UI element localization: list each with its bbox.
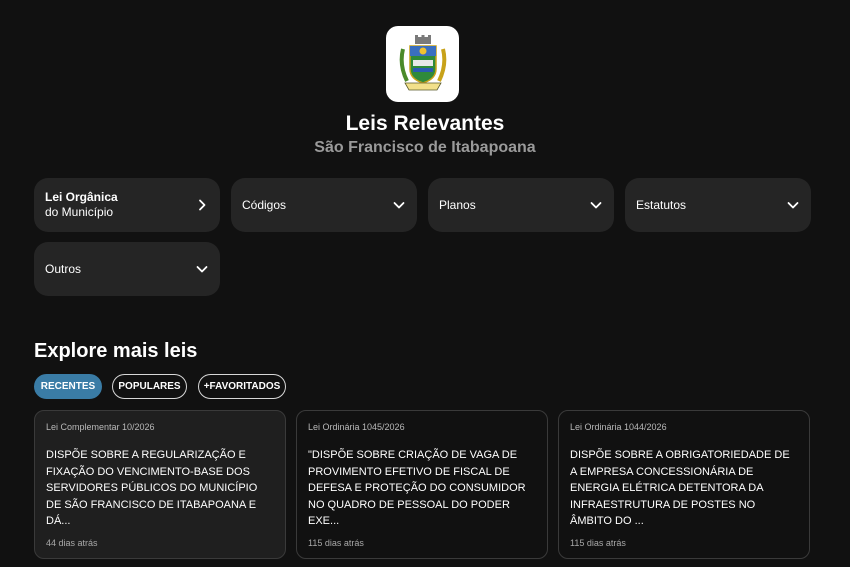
category-planos[interactable]: Planos — [428, 178, 614, 232]
category-lei-organica[interactable]: Lei Orgânica do Município — [34, 178, 220, 232]
chevron-down-icon — [195, 262, 209, 276]
category-outros[interactable]: Outros — [34, 242, 220, 296]
law-type: Lei Ordinária 1044/2026 — [570, 422, 667, 432]
law-summary: DISPÕE SOBRE A OBRIGATORIEDADE DE A EMPR… — [570, 449, 790, 527]
category-label: Lei Orgânica do Município — [45, 190, 118, 220]
category-line2: do Município — [45, 205, 114, 219]
tab-favoritados[interactable]: +FAVORITADOS — [198, 374, 286, 399]
category-estatutos[interactable]: Estatutos — [625, 178, 811, 232]
municipal-logo — [386, 26, 459, 102]
chevron-down-icon — [392, 198, 406, 212]
category-label: Códigos — [242, 197, 287, 212]
page-title: Leis Relevantes — [345, 112, 505, 135]
tab-populares[interactable]: POPULARES — [112, 374, 187, 399]
law-card[interactable]: Lei Ordinária 1045/2026 "DISPÕE SOBRE CR… — [296, 410, 548, 559]
law-age: 115 dias atrás — [308, 537, 364, 548]
coat-of-arms-icon — [399, 35, 446, 91]
category-codigos[interactable]: Códigos — [231, 178, 417, 232]
page-subtitle: São Francisco de Itabapoana — [314, 139, 536, 156]
category-label: Estatutos — [636, 197, 687, 212]
law-type: Lei Complementar 10/2026 — [46, 422, 155, 432]
category-label: Outros — [45, 261, 82, 276]
category-label: Planos — [439, 197, 476, 212]
section-title: Explore mais leis — [34, 340, 198, 362]
tab-recentes[interactable]: RECENTES — [34, 374, 102, 399]
law-age: 44 dias atrás — [46, 537, 98, 548]
law-summary: DISPÕE SOBRE A REGULARIZAÇÃO E FIXAÇÃO D… — [46, 449, 258, 527]
law-card[interactable]: Lei Ordinária 1044/2026 DISPÕE SOBRE A O… — [558, 410, 810, 559]
chevron-down-icon — [589, 198, 603, 212]
law-age: 115 dias atrás — [570, 537, 626, 548]
chevron-right-icon — [195, 198, 209, 212]
law-summary: "DISPÕE SOBRE CRIAÇÃO DE VAGA DE PROVIME… — [308, 449, 526, 527]
chevron-down-icon — [786, 198, 800, 212]
law-card[interactable]: Lei Complementar 10/2026 DISPÕE SOBRE A … — [34, 410, 286, 559]
law-type: Lei Ordinária 1045/2026 — [308, 422, 405, 432]
category-line1: Lei Orgânica — [45, 190, 118, 204]
